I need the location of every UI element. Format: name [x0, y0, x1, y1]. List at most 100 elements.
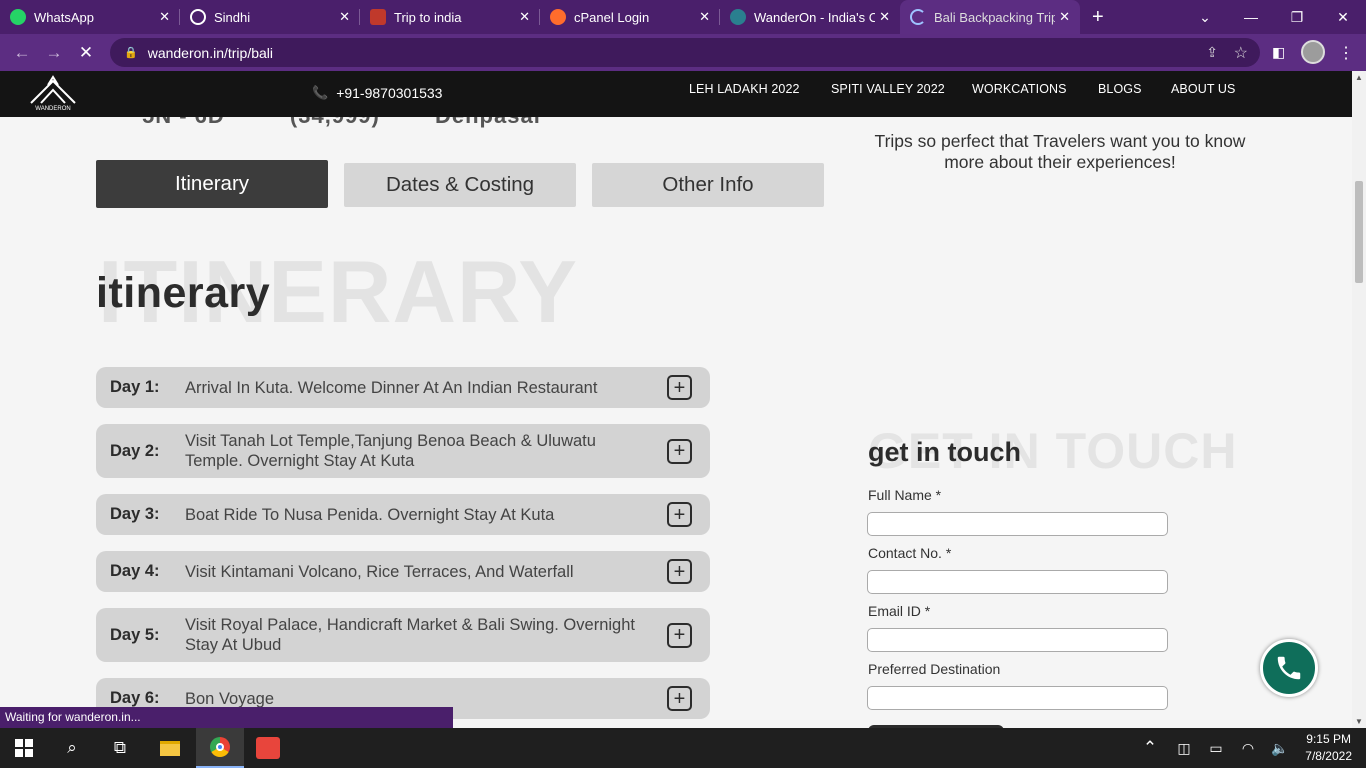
close-tab-icon[interactable]: ✕: [1059, 9, 1070, 25]
page-scrollbar[interactable]: ▲ ▼: [1352, 71, 1366, 728]
tab-other-info[interactable]: Other Info: [592, 163, 824, 207]
nav-about-us[interactable]: ABOUT US: [1171, 82, 1235, 96]
task-view-icon[interactable]: ⧉: [96, 728, 144, 768]
contact-no-label: Contact No. *: [868, 545, 952, 561]
clock-date: 7/8/2022: [1305, 749, 1352, 763]
status-bar: Waiting for wanderon.in...: [0, 707, 453, 728]
day-label: Day 1:: [110, 378, 160, 396]
tab-title: WhatsApp: [34, 9, 94, 25]
close-window-icon[interactable]: ✕: [1320, 0, 1366, 34]
browser-tab-bali[interactable]: Bali Backpacking Trips ✕: [900, 0, 1080, 34]
browser-tab-trip-to-india[interactable]: Trip to india ✕: [360, 0, 540, 34]
file-explorer-icon[interactable]: [146, 728, 194, 768]
email-label: Email ID *: [868, 603, 931, 619]
back-icon[interactable]: ←: [6, 43, 38, 63]
new-tab-button[interactable]: +: [1092, 0, 1116, 34]
wifi-icon[interactable]: ◠: [1230, 728, 1266, 768]
day-description: Bon Voyage: [185, 689, 274, 708]
close-tab-icon[interactable]: ✕: [339, 9, 350, 25]
full-name-input[interactable]: [867, 512, 1168, 536]
trip-summary-row: 5N - 6D (34,999) Denpasar: [142, 117, 543, 129]
tab-itinerary[interactable]: Itinerary: [96, 160, 328, 208]
itinerary-day-1[interactable]: Day 1: Arrival In Kuta. Welcome Dinner A…: [96, 367, 710, 408]
browser-tab-wanderon[interactable]: WanderOn - India's Co ✕: [720, 0, 900, 34]
nav-workcations[interactable]: WORKCATIONS: [972, 82, 1067, 96]
phone-icon: 📞: [312, 85, 329, 100]
chrome-icon[interactable]: [196, 728, 244, 768]
call-button[interactable]: [1260, 639, 1318, 697]
nav-leh-ladakh[interactable]: LEH LADAKH 2022: [689, 82, 800, 96]
address-bar[interactable]: 🔒 wanderon.in/trip/bali ⇪ ☆: [110, 38, 1260, 67]
tab-search-icon[interactable]: ⌄: [1182, 0, 1228, 34]
tab-title: cPanel Login: [574, 9, 650, 25]
forward-icon[interactable]: →: [38, 43, 70, 63]
day-description: Arrival In Kuta. Welcome Dinner At An In…: [185, 378, 598, 397]
bookmark-star-icon[interactable]: ☆: [1234, 43, 1248, 63]
expand-plus-icon[interactable]: +: [667, 686, 692, 711]
windows-start-icon[interactable]: [0, 728, 48, 768]
search-icon[interactable]: ⌕: [48, 728, 96, 768]
battery-icon[interactable]: ▭: [1198, 728, 1234, 768]
expand-plus-icon[interactable]: +: [667, 375, 692, 400]
system-clock[interactable]: 9:15 PM 7/8/2022: [1305, 731, 1352, 765]
itinerary-day-5[interactable]: Day 5: Visit Royal Palace, Handicraft Ma…: [96, 608, 710, 662]
day-label: Day 6:: [110, 689, 160, 707]
stop-icon[interactable]: ✕: [70, 43, 102, 63]
expand-plus-icon[interactable]: +: [667, 502, 692, 527]
trip-price: (34,999): [290, 117, 380, 128]
scroll-up-icon[interactable]: ▲: [1355, 73, 1363, 82]
full-name-label: Full Name *: [868, 487, 942, 503]
preferred-destination-input[interactable]: [867, 686, 1168, 710]
email-input[interactable]: [867, 628, 1168, 652]
itinerary-day-4[interactable]: Day 4: Visit Kintamani Volcano, Rice Ter…: [96, 551, 710, 592]
close-tab-icon[interactable]: ✕: [699, 9, 710, 25]
tab-title: Sindhi: [214, 9, 251, 25]
avatar[interactable]: [1301, 40, 1325, 64]
itinerary-day-3[interactable]: Day 3: Boat Ride To Nusa Penida. Overnig…: [96, 494, 710, 535]
meet-now-icon[interactable]: ◫: [1166, 728, 1202, 768]
side-panel-icon[interactable]: ◧: [1272, 44, 1285, 61]
close-tab-icon[interactable]: ✕: [519, 9, 530, 25]
kebab-menu-icon[interactable]: ⋮: [1338, 43, 1354, 63]
restore-icon[interactable]: ❐: [1274, 0, 1320, 34]
anydesk-icon[interactable]: [244, 728, 292, 768]
lock-icon: 🔒: [124, 47, 138, 59]
browser-tab-sindhi[interactable]: Sindhi ✕: [180, 0, 360, 34]
contact-no-input[interactable]: [867, 570, 1168, 594]
nav-spiti-valley[interactable]: SPITI VALLEY 2022: [831, 82, 945, 96]
expand-plus-icon[interactable]: +: [667, 622, 692, 648]
page-content: 5N - 6D (34,999) Denpasar Itinerary Date…: [0, 117, 1352, 728]
chevron-up-icon[interactable]: ⌃: [1130, 728, 1170, 768]
day-label: Day 2:: [110, 441, 160, 460]
itinerary-day-2[interactable]: Day 2: Visit Tanah Lot Temple,Tanjung Be…: [96, 424, 710, 478]
phone-number: +91-9870301533: [336, 85, 443, 101]
itinerary-heading: itinerary: [96, 269, 271, 317]
tab-title: WanderOn - India's Co: [754, 9, 876, 25]
share-icon[interactable]: ⇪: [1206, 44, 1218, 61]
scrollbar-thumb[interactable]: [1355, 181, 1363, 283]
day-description: Boat Ride To Nusa Penida. Overnight Stay…: [185, 505, 555, 524]
expand-plus-icon[interactable]: +: [667, 559, 692, 584]
close-tab-icon[interactable]: ✕: [159, 9, 170, 25]
scroll-down-icon[interactable]: ▼: [1355, 717, 1363, 726]
trip-icon: [370, 9, 386, 25]
phone-link[interactable]: 📞 +91-9870301533: [312, 85, 442, 101]
nav-blogs[interactable]: BLOGS: [1098, 82, 1142, 96]
wanderon-logo[interactable]: WANDERON: [28, 75, 78, 113]
browser-tab-whatsapp[interactable]: WhatsApp ✕: [0, 0, 180, 34]
expand-plus-icon[interactable]: +: [667, 438, 692, 464]
wanderon-icon: [730, 9, 746, 25]
whatsapp-icon: [10, 9, 26, 25]
globe-icon: [190, 9, 206, 25]
day-description: Visit Kintamani Volcano, Rice Terraces, …: [185, 562, 574, 581]
close-tab-icon[interactable]: ✕: [879, 9, 890, 25]
volume-icon[interactable]: 🔈: [1262, 728, 1298, 768]
minimize-icon[interactable]: —: [1228, 0, 1274, 34]
get-in-touch-heading: get in touch: [868, 437, 1021, 467]
day-description: Visit Tanah Lot Temple,Tanjung Benoa Bea…: [185, 432, 596, 470]
tab-dates-costing[interactable]: Dates & Costing: [344, 163, 576, 207]
day-label: Day 4:: [110, 562, 160, 580]
tab-title: Bali Backpacking Trips: [934, 9, 1056, 25]
browser-tab-cpanel[interactable]: cPanel Login ✕: [540, 0, 720, 34]
testimonial-tagline: Trips so perfect that Travelers want you…: [874, 131, 1246, 172]
